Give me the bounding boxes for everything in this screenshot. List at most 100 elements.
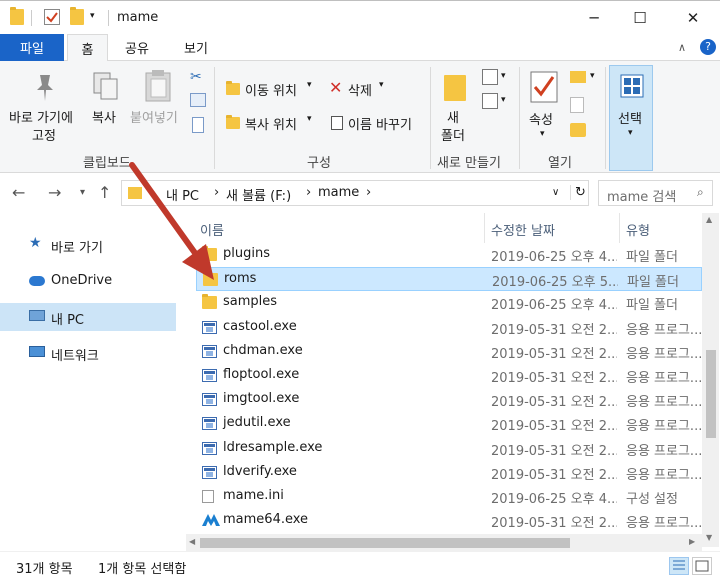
horizontal-scrollbar[interactable]: ◀ ▶ (186, 534, 702, 551)
tab-file[interactable]: 파일 (0, 34, 64, 61)
column-type[interactable]: 유형 (626, 220, 650, 239)
tab-home[interactable]: 홈 (67, 34, 108, 62)
file-row[interactable]: plugins 2019-06-25 오후 4... 파일 폴더 (196, 243, 702, 267)
up-icon[interactable]: ↑ (98, 183, 111, 202)
search-input[interactable]: mame 검색 (607, 186, 676, 205)
rename-label: 이름 바꾸기 (348, 118, 412, 133)
crumb-volume[interactable]: 새 볼륨 (F:) (226, 185, 291, 204)
file-row[interactable]: roms 2019-06-25 오후 5... 파일 폴더 (196, 267, 702, 292)
delete-button[interactable]: ✕ 삭제 ▾ (327, 77, 393, 101)
minimize-button[interactable]: ─ (571, 1, 617, 35)
address-dropdown-icon[interactable]: ∨ (552, 187, 559, 198)
file-name: plugins (223, 246, 270, 261)
file-row[interactable]: castool.exe 2019-05-31 오전 2... 응용 프로그... (196, 316, 702, 340)
dropdown-icon[interactable]: ▾ (501, 71, 506, 81)
new-folder-button[interactable]: 새 폴더 (436, 67, 474, 147)
file-row[interactable]: floptool.exe 2019-05-31 오전 2... 응용 프로그... (196, 364, 702, 388)
column-divider[interactable] (484, 213, 485, 243)
ribbon-collapse-icon[interactable]: ∧ (678, 41, 686, 54)
file-name: roms (224, 271, 257, 287)
search-box[interactable]: mame 검색 ⌕ (598, 180, 713, 206)
folder-icon (203, 271, 218, 287)
file-row[interactable]: ldverify.exe 2019-05-31 오전 2... 응용 프로그... (196, 461, 702, 485)
scroll-left-icon[interactable]: ◀ (189, 537, 195, 546)
file-date: 2019-05-31 오전 2... (491, 443, 617, 459)
back-icon[interactable]: ← (12, 183, 25, 202)
dropdown-icon: ▾ (540, 129, 545, 139)
scroll-right-icon[interactable]: ▶ (689, 537, 695, 546)
pin-icon (37, 75, 53, 101)
address-bar[interactable]: › 내 PC › 새 볼륨 (F:) › mame › ∨ ↻ (121, 180, 589, 206)
file-type: 응용 프로그... (626, 443, 702, 459)
organize-group-label: 구성 (307, 156, 331, 171)
crumb-pc[interactable]: 내 PC (166, 185, 199, 204)
file-row[interactable]: mame64.exe 2019-05-31 오전 2... 응용 프로그... (196, 509, 702, 533)
column-date[interactable]: 수정한 날짜 (491, 220, 555, 239)
vertical-scroll-thumb[interactable] (706, 350, 716, 438)
new-item-icon[interactable] (482, 69, 498, 85)
file-name: samples (223, 294, 278, 310)
properties-check-icon[interactable] (44, 9, 60, 25)
scroll-down-icon[interactable]: ▼ (706, 533, 712, 542)
open-group-label: 열기 (548, 156, 572, 171)
sidebar-item-this-pc[interactable]: 내 PC (0, 303, 176, 331)
forward-icon[interactable]: → (48, 183, 61, 202)
file-row[interactable]: samples 2019-06-25 오후 4... 파일 폴더 (196, 291, 702, 315)
new-folder-icon[interactable] (70, 7, 84, 25)
navigation-pane: ★ 바로 가기 OneDrive 내 PC 네트워크 (0, 213, 176, 548)
column-divider[interactable] (619, 213, 620, 243)
item-count: 31개 항목 (16, 562, 73, 577)
column-name[interactable]: 이름 (200, 220, 224, 239)
copy-path-icon[interactable] (190, 93, 206, 107)
file-date: 2019-06-25 오후 5... (492, 275, 618, 291)
dropdown-icon[interactable]: ▾ (590, 71, 595, 81)
cut-icon[interactable]: ✂ (190, 69, 206, 85)
scroll-up-icon[interactable]: ▲ (706, 215, 712, 224)
sidebar-item-quick-access[interactable]: ★ 바로 가기 (0, 231, 176, 259)
crumb-mame[interactable]: mame (318, 185, 359, 200)
close-button[interactable]: ✕ (670, 1, 716, 35)
properties-button[interactable]: 속성 ▾ (524, 67, 564, 147)
sidebar-item-network[interactable]: 네트워크 (0, 339, 176, 367)
rename-button[interactable]: 이름 바꾸기 (327, 111, 423, 135)
pin-label-1: 바로 가기에 (9, 111, 73, 126)
file-row[interactable]: mame.ini 2019-06-25 오후 4... 구성 설정 (196, 485, 702, 509)
new-folder-big-icon (444, 75, 466, 101)
separator (31, 10, 32, 26)
pin-label-2: 고정 (32, 129, 56, 144)
history-icon[interactable] (570, 123, 586, 137)
details-view-icon (673, 560, 685, 570)
separator (519, 67, 520, 169)
copy-to-button[interactable]: 복사 위치 ▾ (223, 111, 319, 135)
move-to-button[interactable]: 이동 위치 ▾ (223, 77, 319, 101)
tab-share[interactable]: 공유 (113, 34, 161, 61)
copy-button[interactable]: 복사 (88, 67, 124, 147)
details-view-button[interactable] (669, 557, 689, 575)
pin-button[interactable]: 바로 가기에 고정 (6, 67, 86, 147)
navigation-bar: ← → ▾ ↑ › 내 PC › 새 볼륨 (F:) › mame › ∨ ↻ … (0, 173, 720, 213)
edit-icon[interactable] (570, 97, 584, 113)
file-row[interactable]: imgtool.exe 2019-05-31 오전 2... 응용 프로그... (196, 388, 702, 412)
new-folder-label-2: 폴더 (441, 129, 465, 144)
tab-view[interactable]: 보기 (166, 34, 226, 61)
paste-shortcut-icon[interactable] (192, 117, 204, 133)
file-date: 2019-05-31 오전 2... (491, 346, 617, 362)
easy-access-icon[interactable] (482, 93, 498, 109)
file-row[interactable]: chdman.exe 2019-05-31 오전 2... 응용 프로그... (196, 340, 702, 364)
dropdown-icon[interactable]: ▾ (501, 95, 506, 105)
horizontal-scroll-thumb[interactable] (200, 538, 570, 548)
refresh-icon[interactable]: ↻ (570, 185, 586, 200)
large-icons-view-button[interactable] (692, 557, 712, 575)
file-type: 응용 프로그... (626, 516, 702, 532)
recent-dropdown-icon[interactable]: ▾ (80, 187, 85, 198)
select-button[interactable]: 선택 ▾ (609, 65, 653, 171)
qat-dropdown-icon[interactable]: ▾ (90, 11, 95, 21)
vertical-scrollbar[interactable]: ▲ ▼ (702, 213, 719, 547)
file-row[interactable]: jedutil.exe 2019-05-31 오전 2... 응용 프로그... (196, 412, 702, 436)
maximize-button[interactable]: ☐ (617, 1, 663, 35)
file-row[interactable]: ldresample.exe 2019-05-31 오전 2... 응용 프로그..… (196, 437, 702, 461)
sidebar-item-onedrive[interactable]: OneDrive (0, 267, 176, 295)
open-icon[interactable] (570, 71, 586, 83)
file-date: 2019-05-31 오전 2... (491, 516, 617, 532)
help-icon[interactable]: ? (700, 39, 716, 55)
